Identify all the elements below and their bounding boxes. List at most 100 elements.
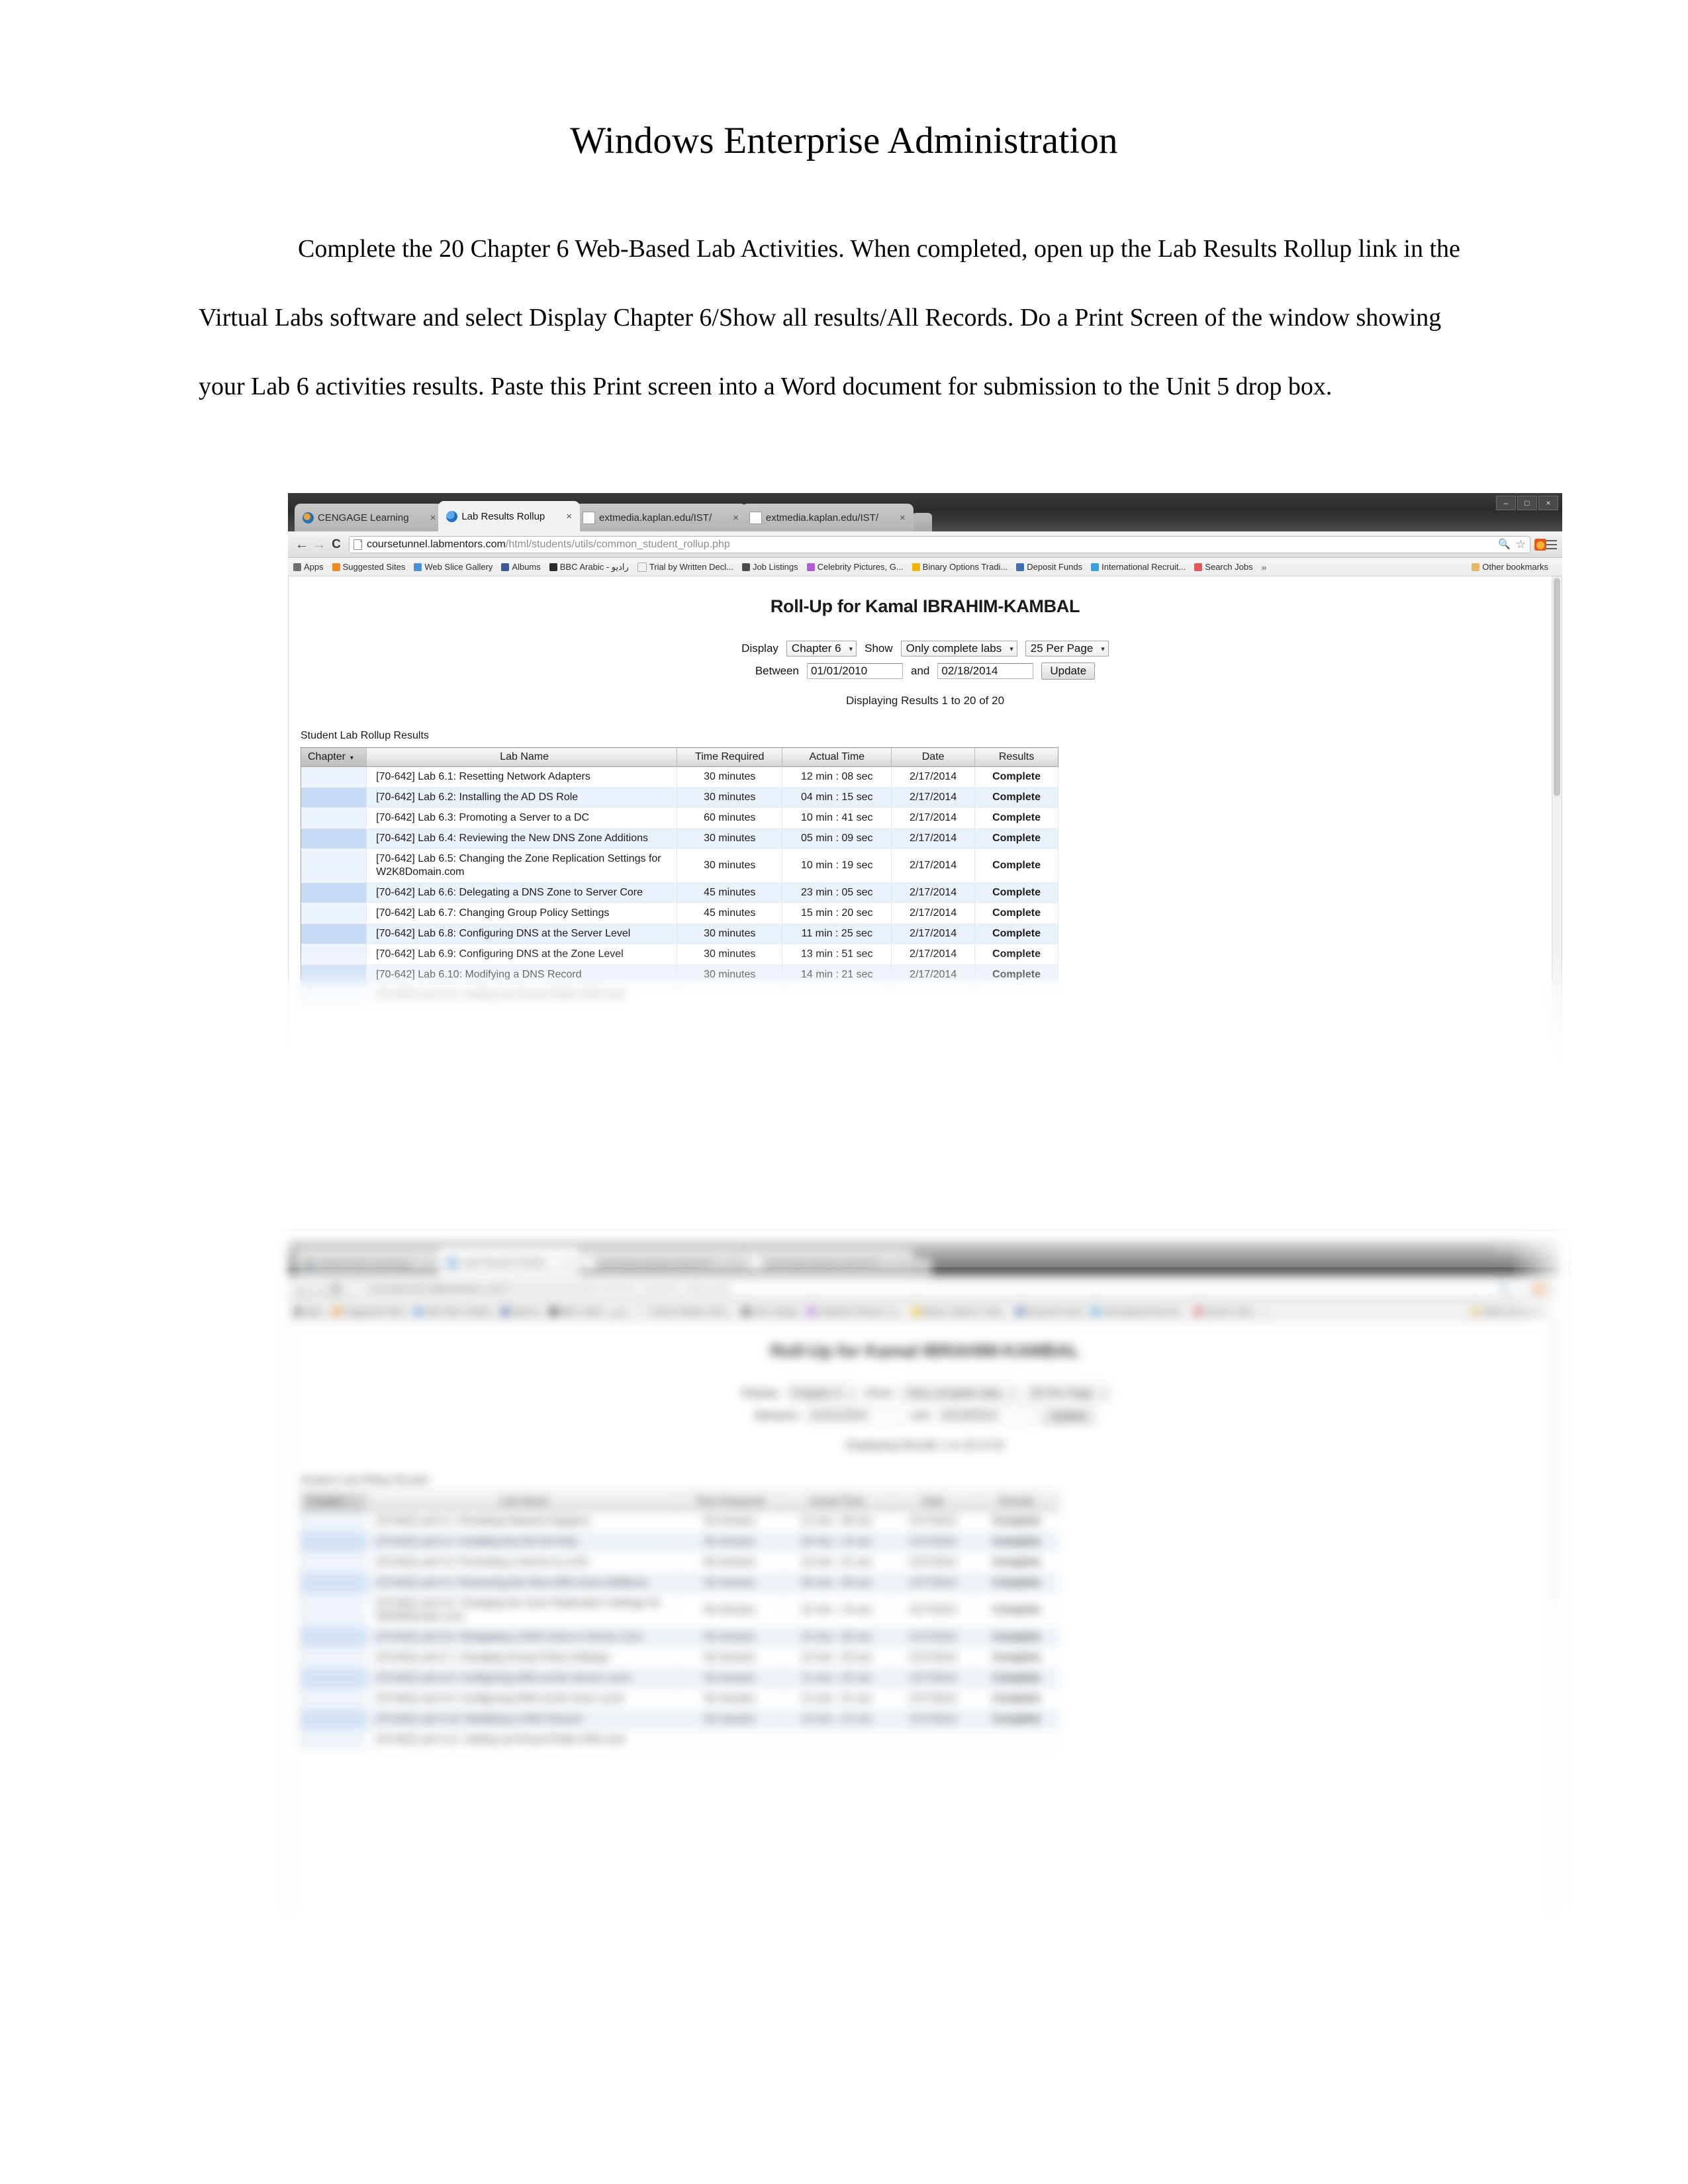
back-icon[interactable]: ← — [293, 1281, 310, 1297]
address-bar[interactable]: coursetunnel.labmentors.com/html/student… — [349, 1280, 1530, 1298]
maximize-button[interactable]: □ — [1517, 1240, 1537, 1255]
table-row[interactable]: [70-642] Lab 6.10: Modifying a DNS Recor… — [301, 1709, 1058, 1730]
update-button[interactable]: Update — [1041, 662, 1096, 680]
scrollbar-thumb[interactable] — [1554, 1322, 1560, 1600]
bookmark-trial-by-written-decl[interactable]: Trial by Written Decl... — [637, 562, 733, 572]
per-page-select[interactable]: 25 Per Page ▾ — [1025, 1385, 1109, 1401]
table-row[interactable]: [70-642] Lab 6.1: Resetting Network Adap… — [301, 766, 1058, 788]
table-row[interactable]: [70-642] Lab 6.8: Configuring DNS at the… — [301, 1668, 1058, 1689]
column-header-time-required[interactable]: Time Required — [677, 1492, 783, 1512]
table-row[interactable]: [70-642] Lab 6.9: Configuring DNS at the… — [301, 1688, 1058, 1709]
back-icon[interactable]: ← — [293, 537, 310, 553]
star-icon[interactable]: ☆ — [1516, 538, 1526, 551]
star-icon[interactable]: ☆ — [1516, 1283, 1526, 1296]
table-row[interactable]: [70-642] Lab 6.8: Configuring DNS at the… — [301, 923, 1058, 944]
browser-tab-lab-results-rollup[interactable]: Lab Results Rollup × — [438, 1246, 581, 1276]
browser-tab-extmedia-1[interactable]: extmedia.kaplan.edu/IST/ × — [575, 504, 747, 531]
browser-tab-lab-results-rollup[interactable]: Lab Results Rollup × — [438, 501, 581, 531]
bookmark-job-listings[interactable]: Job Listings — [741, 562, 798, 572]
browser-tab-extmedia-2[interactable]: extmedia.kaplan.edu/IST/ × — [741, 1248, 914, 1276]
bookmark-search-jobs[interactable]: Search Jobs — [1194, 1306, 1253, 1316]
table-row[interactable]: [70-642] Lab 6.6: Delegating a DNS Zone … — [301, 882, 1058, 903]
column-header-chapter[interactable]: Chapter ▾ — [301, 747, 367, 767]
tab-close-icon[interactable]: × — [896, 512, 910, 523]
show-filter-select[interactable]: Only complete labs ▾ — [900, 1385, 1017, 1401]
other-bookmarks-folder[interactable]: Other bookmarks — [1472, 562, 1548, 572]
browser-tab-cengage-learning[interactable]: CENGAGE Learning × — [295, 504, 444, 531]
extension-icon[interactable] — [1534, 538, 1546, 551]
tab-close-icon[interactable]: × — [426, 512, 440, 523]
table-row[interactable]: [70-642] Lab 6.3: Promoting a Server to … — [301, 807, 1058, 829]
table-row[interactable]: [70-642] Lab 6.11: Setting Up Round Robi… — [301, 985, 1058, 1006]
table-row[interactable]: [70-642] Lab 6.7: Changing Group Policy … — [301, 903, 1058, 924]
bookmark-apps[interactable]: Apps — [293, 562, 324, 572]
bookmark-bbc-arabic[interactable]: BBC Arabic - راديو — [549, 562, 629, 572]
column-header-chapter[interactable]: Chapter ▾ — [301, 1492, 367, 1512]
table-row[interactable]: [70-642] Lab 6.7: Changing Group Policy … — [301, 1647, 1058, 1668]
date-to-input[interactable]: 02/18/2014 — [937, 663, 1034, 679]
close-button[interactable]: × — [1538, 496, 1558, 510]
date-to-input[interactable]: 02/18/2014 — [937, 1408, 1034, 1424]
bookmark-albums[interactable]: Albums — [501, 1306, 541, 1316]
chrome-menu-icon[interactable] — [1546, 539, 1557, 549]
show-filter-select[interactable]: Only complete labs ▾ — [900, 641, 1017, 657]
bookmark-suggested-sites[interactable]: Suggested Sites — [332, 562, 405, 572]
table-row[interactable]: [70-642] Lab 6.5: Changing the Zone Repl… — [301, 1593, 1058, 1627]
table-row[interactable]: [70-642] Lab 6.10: Modifying a DNS Recor… — [301, 964, 1058, 985]
per-page-select[interactable]: 25 Per Page ▾ — [1025, 641, 1109, 657]
bookmark-binary-options-trading[interactable]: Binary Options Tradi... — [912, 1306, 1008, 1316]
column-header-time-required[interactable]: Time Required — [677, 747, 783, 767]
reload-icon[interactable]: C — [328, 1282, 345, 1297]
bookmark-international-recruit[interactable]: International Recruit... — [1091, 562, 1186, 572]
bookmark-deposit-funds[interactable]: Deposit Funds — [1016, 1306, 1082, 1316]
display-chapter-select[interactable]: Chapter 6 ▾ — [786, 641, 857, 657]
bookmark-search-jobs[interactable]: Search Jobs — [1194, 562, 1253, 572]
column-header-actual-time[interactable]: Actual Time — [782, 747, 892, 767]
tab-close-icon[interactable]: × — [562, 1255, 576, 1267]
reload-icon[interactable]: C — [328, 537, 345, 552]
table-row[interactable]: [70-642] Lab 6.3: Promoting a Server to … — [301, 1552, 1058, 1573]
column-header-lab-name[interactable]: Lab Name — [366, 747, 678, 767]
column-header-date[interactable]: Date — [891, 1492, 976, 1512]
tab-close-icon[interactable]: × — [426, 1257, 440, 1268]
column-header-results[interactable]: Results — [974, 1492, 1058, 1512]
extension-icon[interactable] — [1534, 1283, 1546, 1295]
bookmark-albums[interactable]: Albums — [501, 562, 541, 572]
table-row[interactable]: [70-642] Lab 6.6: Delegating a DNS Zone … — [301, 1627, 1058, 1648]
bookmark-celebrity-pictures[interactable]: Celebrity Pictures, G... — [806, 562, 904, 572]
tab-close-icon[interactable]: × — [729, 512, 743, 523]
address-bar[interactable]: coursetunnel.labmentors.com/html/student… — [349, 535, 1530, 553]
other-bookmarks-folder[interactable]: Other bookmarks — [1472, 1306, 1548, 1316]
bookmark-bbc-arabic[interactable]: BBC Arabic - راديو — [549, 1306, 629, 1317]
display-chapter-select[interactable]: Chapter 6 ▾ — [786, 1385, 857, 1401]
table-row[interactable]: [70-642] Lab 6.2: Installing the AD DS R… — [301, 787, 1058, 808]
column-header-results[interactable]: Results — [974, 747, 1058, 767]
column-header-date[interactable]: Date — [891, 747, 976, 767]
minimize-button[interactable]: – — [1496, 1240, 1516, 1255]
bookmarks-overflow-icon[interactable]: » — [1262, 1306, 1267, 1317]
browser-tab-extmedia-1[interactable]: extmedia.kaplan.edu/IST/ × — [575, 1248, 747, 1276]
table-row[interactable]: [70-642] Lab 6.9: Configuring DNS at the… — [301, 944, 1058, 965]
bookmark-web-slice-gallery[interactable]: Web Slice Gallery — [414, 562, 492, 572]
tab-close-icon[interactable]: × — [896, 1257, 910, 1268]
column-header-actual-time[interactable]: Actual Time — [782, 1492, 892, 1512]
table-row[interactable]: [70-642] Lab 6.1: Resetting Network Adap… — [301, 1511, 1058, 1532]
bookmark-binary-options-trading[interactable]: Binary Options Tradi... — [912, 562, 1008, 572]
date-from-input[interactable]: 01/01/2010 — [806, 663, 903, 679]
bookmark-celebrity-pictures[interactable]: Celebrity Pictures, G... — [806, 1306, 904, 1316]
close-button[interactable]: × — [1538, 1240, 1558, 1255]
chrome-menu-icon[interactable] — [1546, 1284, 1557, 1294]
zoom-in-icon[interactable]: 🔍 — [1498, 1283, 1511, 1295]
table-row[interactable]: [70-642] Lab 6.2: Installing the AD DS R… — [301, 1531, 1058, 1553]
table-row[interactable]: [70-642] Lab 6.11: Setting Up Round Robi… — [301, 1729, 1058, 1751]
bookmark-deposit-funds[interactable]: Deposit Funds — [1016, 562, 1082, 572]
browser-tab-cengage-learning[interactable]: CENGAGE Learning × — [295, 1248, 444, 1276]
tab-close-icon[interactable]: × — [729, 1257, 743, 1268]
bookmarks-overflow-icon[interactable]: » — [1262, 562, 1267, 572]
minimize-button[interactable]: – — [1496, 496, 1516, 510]
bookmark-apps[interactable]: Apps — [293, 1306, 324, 1316]
date-from-input[interactable]: 01/01/2010 — [806, 1408, 903, 1424]
update-button[interactable]: Update — [1041, 1407, 1096, 1424]
table-row[interactable]: [70-642] Lab 6.4: Reviewing the New DNS … — [301, 828, 1058, 849]
scrollbar-thumb[interactable] — [1554, 578, 1560, 796]
